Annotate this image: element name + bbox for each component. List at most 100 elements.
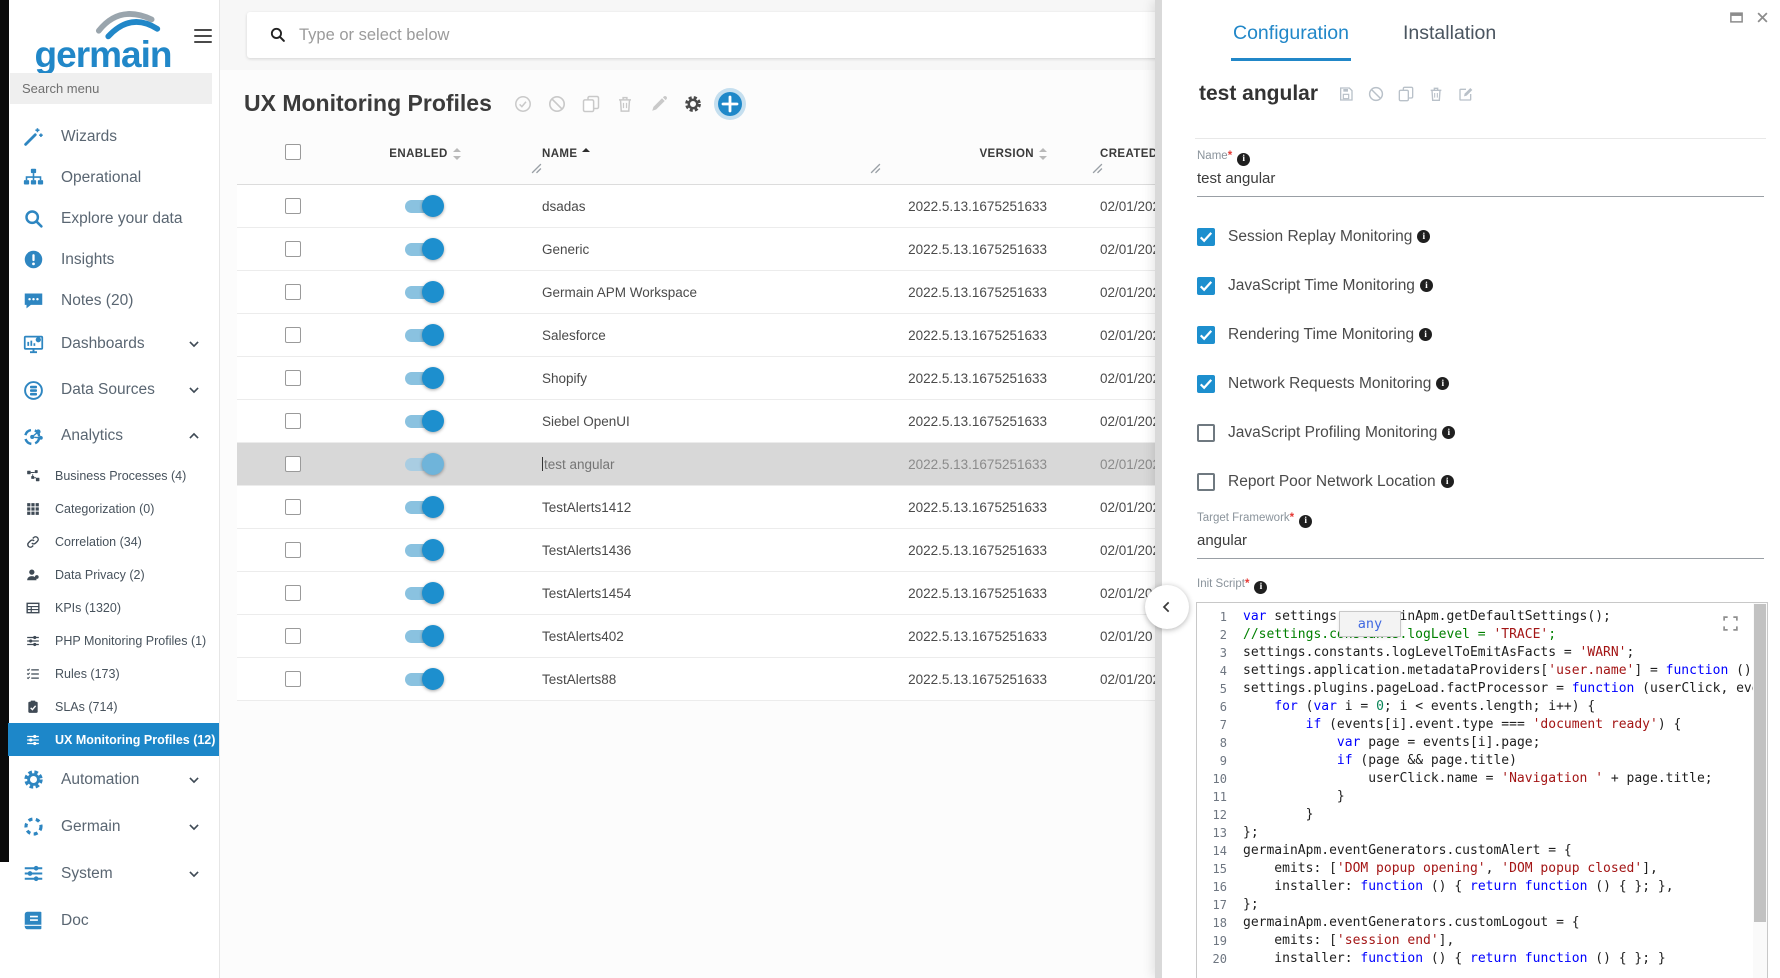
- enabled-toggle[interactable]: [405, 501, 441, 514]
- code-line[interactable]: 6 for (var i = 0; i < events.length; i++…: [1197, 698, 1767, 716]
- sidebar-group-automation[interactable]: Automation: [9, 756, 219, 803]
- row-checkbox[interactable]: [285, 198, 301, 214]
- row-checkbox[interactable]: [285, 671, 301, 687]
- row-checkbox[interactable]: [285, 456, 301, 472]
- code-line[interactable]: 15 emits: ['DOM popup opening', 'DOM pop…: [1197, 860, 1767, 878]
- option-session-replay-monitoring[interactable]: Session Replay Monitoringi: [1197, 212, 1455, 261]
- enabled-toggle[interactable]: [405, 329, 441, 342]
- code-line[interactable]: 2//settings.constants.logLevel = 'TRACE'…: [1197, 626, 1767, 644]
- info-icon[interactable]: i: [1441, 475, 1454, 488]
- checkbox-checked[interactable]: [1197, 375, 1215, 393]
- option-rendering-time-monitoring[interactable]: Rendering Time Monitoringi: [1197, 310, 1455, 359]
- info-icon[interactable]: i: [1237, 153, 1250, 166]
- info-icon[interactable]: i: [1417, 230, 1430, 243]
- sidebar-item-correlation-34[interactable]: Correlation (34): [9, 525, 219, 558]
- sidebar-item-operational[interactable]: Operational: [9, 157, 219, 198]
- panel-resize-edge[interactable]: [1155, 0, 1162, 978]
- code-line[interactable]: 12 }: [1197, 806, 1767, 824]
- enabled-toggle[interactable]: [405, 458, 441, 471]
- row-checkbox[interactable]: [285, 499, 301, 515]
- row-checkbox[interactable]: [285, 542, 301, 558]
- sidebar-item-business-processes-4[interactable]: Business Processes (4): [9, 459, 219, 492]
- add-button[interactable]: [718, 92, 742, 116]
- duplicate-button[interactable]: [582, 95, 600, 113]
- panel-collapse-button[interactable]: [1145, 585, 1189, 629]
- name-field-value[interactable]: test angular: [1197, 166, 1764, 197]
- code-line[interactable]: 18germainApm.eventGenerators.customLogou…: [1197, 914, 1767, 932]
- row-checkbox[interactable]: [285, 327, 301, 343]
- code-line[interactable]: 14germainApm.eventGenerators.customAlert…: [1197, 842, 1767, 860]
- sidebar-item-explore-your-data[interactable]: Explore your data: [9, 198, 219, 239]
- sidebar-group-doc[interactable]: Doc: [9, 897, 219, 944]
- column-resize-grip[interactable]: [531, 163, 542, 174]
- info-icon[interactable]: i: [1442, 426, 1455, 439]
- enabled-toggle[interactable]: [405, 630, 441, 643]
- tab-installation[interactable]: Installation: [1401, 22, 1498, 61]
- option-report-poor-network-location[interactable]: Report Poor Network Locationi: [1197, 457, 1455, 506]
- editor-scrollbar-thumb[interactable]: [1754, 604, 1766, 922]
- sidebar-group-germain[interactable]: Germain: [9, 803, 219, 850]
- code-line[interactable]: 11 }: [1197, 788, 1767, 806]
- enabled-toggle[interactable]: [405, 587, 441, 600]
- code-line[interactable]: 7 if (events[i].event.type === 'document…: [1197, 716, 1767, 734]
- checkbox-unchecked[interactable]: [1197, 424, 1215, 442]
- sidebar-item-ux-monitoring-profiles-12[interactable]: UX Monitoring Profiles (12): [8, 723, 219, 756]
- edit-button[interactable]: [1458, 86, 1474, 102]
- target-framework-value[interactable]: angular: [1197, 528, 1764, 559]
- enabled-toggle[interactable]: [405, 673, 441, 686]
- code-line[interactable]: 5settings.plugins.pageLoad.factProcessor…: [1197, 680, 1767, 698]
- code-line[interactable]: 20 installer: function () { return funct…: [1197, 950, 1767, 968]
- sidebar-search-input[interactable]: [10, 73, 212, 104]
- row-checkbox[interactable]: [285, 284, 301, 300]
- code-line[interactable]: 8 var page = events[i].page;: [1197, 734, 1767, 752]
- checkbox-unchecked[interactable]: [1197, 473, 1215, 491]
- sidebar-item-insights[interactable]: Insights: [9, 239, 219, 280]
- code-line[interactable]: 16 installer: function () { return funct…: [1197, 878, 1767, 896]
- info-icon[interactable]: i: [1420, 279, 1433, 292]
- maximize-window-icon[interactable]: [1729, 10, 1744, 25]
- settings-button[interactable]: [684, 95, 702, 113]
- row-checkbox[interactable]: [285, 413, 301, 429]
- sidebar-group-dashboards[interactable]: Dashboards: [9, 321, 219, 367]
- duplicate-button[interactable]: [1398, 86, 1414, 102]
- enabled-toggle[interactable]: [405, 415, 441, 428]
- enabled-toggle[interactable]: [405, 544, 441, 557]
- option-javascript-time-monitoring[interactable]: JavaScript Time Monitoringi: [1197, 261, 1455, 310]
- checkbox-checked[interactable]: [1197, 326, 1215, 344]
- tab-configuration[interactable]: Configuration: [1231, 22, 1351, 61]
- row-checkbox[interactable]: [285, 241, 301, 257]
- sidebar-group-data-sources[interactable]: Data Sources: [9, 367, 219, 413]
- row-checkbox[interactable]: [285, 628, 301, 644]
- sidebar-item-rules-173[interactable]: Rules (173): [9, 657, 219, 690]
- enabled-toggle[interactable]: [405, 200, 441, 213]
- sidebar-item-wizards[interactable]: Wizards: [9, 116, 219, 157]
- delete-button[interactable]: [616, 95, 634, 113]
- code-line[interactable]: 1var settings = germainApm.getDefaultSet…: [1197, 608, 1767, 626]
- enabled-toggle[interactable]: [405, 243, 441, 256]
- option-network-requests-monitoring[interactable]: Network Requests Monitoringi: [1197, 359, 1455, 408]
- save-button[interactable]: [1338, 86, 1354, 102]
- row-checkbox[interactable]: [285, 370, 301, 386]
- delete-button[interactable]: [1428, 86, 1444, 102]
- sidebar-item-categorization-0[interactable]: Categorization (0): [9, 492, 219, 525]
- info-icon[interactable]: i: [1436, 377, 1449, 390]
- column-header-version[interactable]: VERSION: [877, 148, 1047, 160]
- checkbox-checked[interactable]: [1197, 228, 1215, 246]
- edit-button[interactable]: [650, 95, 668, 113]
- disable-button[interactable]: [548, 95, 566, 113]
- sidebar-item-slas-714[interactable]: SLAs (714): [9, 690, 219, 723]
- sidebar-item-php-monitoring-profiles-1[interactable]: PHP Monitoring Profiles (1): [9, 624, 219, 657]
- code-line[interactable]: 13};: [1197, 824, 1767, 842]
- hamburger-menu-icon[interactable]: [194, 29, 212, 44]
- sidebar-item-kpis-1320[interactable]: KPIs (1320): [9, 591, 219, 624]
- select-all-checkbox[interactable]: [285, 144, 301, 160]
- fullscreen-icon[interactable]: [1722, 615, 1739, 632]
- code-line[interactable]: 3settings.constants.logLevelToEmitAsFact…: [1197, 644, 1767, 662]
- code-line[interactable]: 19 emits: ['session end'],: [1197, 932, 1767, 950]
- code-line[interactable]: 17};: [1197, 896, 1767, 914]
- info-icon[interactable]: i: [1254, 581, 1267, 594]
- option-javascript-profiling-monitoring[interactable]: JavaScript Profiling Monitoringi: [1197, 408, 1455, 457]
- init-script-editor[interactable]: 1var settings = germainApm.getDefaultSet…: [1196, 602, 1768, 978]
- row-checkbox[interactable]: [285, 585, 301, 601]
- enabled-toggle[interactable]: [405, 372, 441, 385]
